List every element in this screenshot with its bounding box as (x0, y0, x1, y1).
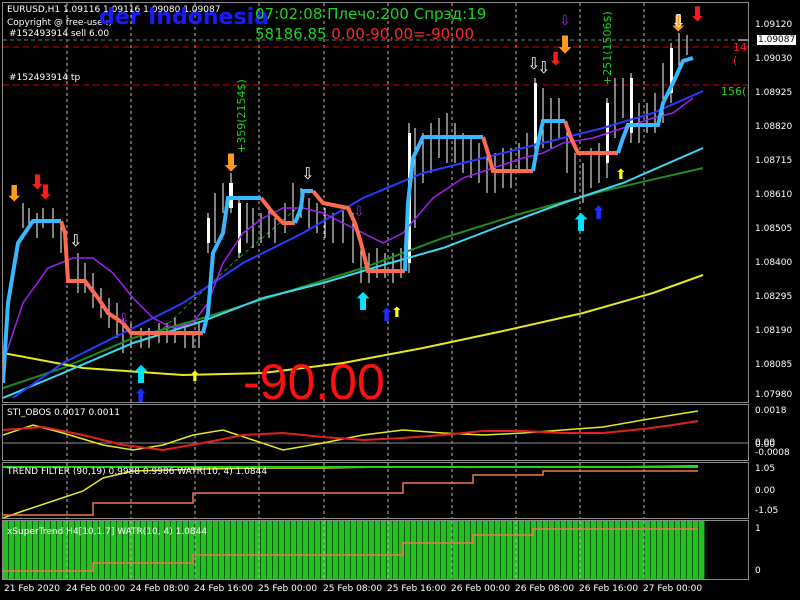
profit-label-359: +359(2154$) (235, 79, 248, 153)
trend-filter-axis: 1.05 0.00 -1.05 (749, 462, 800, 519)
pnl-balance: 58186.85 (255, 25, 327, 43)
time-tick: 21 Feb 2020 (4, 584, 61, 594)
price-tick: 1.08925 (755, 88, 793, 98)
time-tick: 24 Feb 08:00 (130, 584, 190, 594)
price-chart-svg: ⬇ ⬇ ⬇ ⇩ ⇩ ⬆ ⬆ ⬆ ⬇ ⇩ ⇩ ⬆ ⬆ ⬆ ⇩ ⇩ ⬇ ⇩ ⬇ ⬆ … (3, 3, 748, 402)
svg-text:⬇: ⬇ (37, 180, 54, 204)
supertrend-title: xSuperTrend H4[10,1.7] WATR(10, 4) 1.084… (7, 527, 208, 537)
sti-tick: 0.0018 (755, 406, 787, 416)
profit-label-251: +251(1506$) (601, 11, 614, 85)
price-tick: 1.08400 (755, 258, 793, 268)
time-tick: 26 Feb 16:00 (579, 584, 639, 594)
price-tick: 1.09120 (755, 20, 793, 30)
price-tick: 1.08190 (755, 326, 793, 336)
time-spread-label: 07:02:08 Плечо:200 Спрэд:19 (255, 5, 487, 23)
trend-tick: 1.05 (755, 464, 776, 474)
order-tp-label: #152493914 tp (9, 73, 81, 83)
trend-filter-title: TREND FILTER (90,19) 0.9988 0.9986 WATR(… (7, 467, 268, 477)
time-tick: 25 Feb 16:00 (387, 584, 447, 594)
svg-text:⬆: ⬆ (353, 288, 373, 316)
svg-text:⬆: ⬆ (591, 203, 606, 224)
order-sell-label: #152493914 sell 6.00 (9, 29, 110, 39)
price-axis: 1.09120 1.09087 1.09030 1.08925 1.08820 … (749, 2, 800, 403)
svg-text:⇩: ⇩ (118, 311, 130, 327)
copyright-label: Copyright @ free-use :) (7, 18, 113, 28)
svg-text:⇩: ⇩ (353, 204, 365, 220)
svg-text:⇩: ⇩ (301, 164, 314, 183)
price-tick: 1.07980 (755, 390, 793, 400)
supertrend-tick: 0 (755, 566, 761, 576)
price-tick: 1.09030 (755, 54, 793, 64)
order-tp-value: 156(1 (721, 85, 748, 98)
current-price-badge: 1.09087 (757, 35, 797, 45)
svg-text:⬆: ⬆ (133, 386, 148, 402)
svg-text:⬇: ⬇ (689, 3, 706, 26)
svg-text:⬇: ⬇ (5, 182, 23, 207)
svg-text:⬆: ⬆ (615, 167, 627, 183)
price-tick: 1.08085 (755, 360, 793, 370)
sti-tick: -0.0008 (755, 448, 790, 458)
svg-text:⬆: ⬆ (189, 369, 201, 385)
sti-obos-title: STI_OBOS 0.0017 0.0011 (7, 408, 120, 418)
svg-text:⬇: ⬇ (221, 149, 241, 177)
price-tick: 1.08295 (755, 292, 793, 302)
time-tick: 24 Feb 16:00 (194, 584, 254, 594)
trend-tick: -1.05 (755, 506, 779, 516)
svg-text:⬇: ⬇ (548, 49, 563, 70)
supertrend-tick: 1 (755, 524, 761, 534)
big-pnl-value: -90.00 (243, 354, 385, 403)
watermark-logo: der Indonesia (99, 5, 269, 30)
time-tick: 26 Feb 00:00 (451, 584, 511, 594)
price-tick: 1.08715 (755, 156, 793, 166)
svg-text:⬆: ⬆ (131, 361, 151, 389)
time-tick: 25 Feb 00:00 (258, 584, 318, 594)
svg-text:⬆: ⬆ (391, 305, 403, 321)
supertrend-axis: 1 0 (749, 520, 800, 580)
order-sl-label: 14 ( (733, 41, 747, 67)
svg-text:⇩: ⇩ (559, 13, 571, 29)
time-tick: 24 Feb 00:00 (66, 584, 126, 594)
supertrend-pane[interactable]: xSuperTrend H4[10,1.7] WATR(10, 4) 1.084… (2, 520, 749, 580)
pnl-result: 0.00-90.00=-90.00 (326, 25, 475, 43)
time-tick: 25 Feb 08:00 (323, 584, 383, 594)
sti-obos-axis: 0.0018 0.00 0.00 -0.0008 (749, 404, 800, 461)
svg-text:⬆: ⬆ (571, 209, 591, 237)
price-tick: 1.08610 (755, 190, 793, 200)
trend-tick: 0.00 (755, 486, 776, 496)
pnl-line: 58186.85 0.00-90.00=-90.00 (255, 25, 474, 43)
time-tick: 26 Feb 08:00 (515, 584, 575, 594)
sti-obos-pane[interactable]: STI_OBOS 0.0017 0.0011 (2, 404, 749, 461)
trend-filter-pane[interactable]: TREND FILTER (90,19) 0.9988 0.9986 WATR(… (2, 462, 749, 519)
price-tick: 1.08820 (755, 122, 793, 132)
price-tick: 1.08505 (755, 224, 793, 234)
time-tick: 27 Feb 00:00 (643, 584, 703, 594)
svg-text:⇩: ⇩ (671, 11, 686, 32)
main-chart-pane[interactable]: ⬇ ⬇ ⬇ ⇩ ⇩ ⬆ ⬆ ⬆ ⬇ ⇩ ⇩ ⬆ ⬆ ⬆ ⇩ ⇩ ⬇ ⇩ ⬇ ⬆ … (2, 2, 749, 403)
svg-text:⇩: ⇩ (69, 231, 82, 250)
